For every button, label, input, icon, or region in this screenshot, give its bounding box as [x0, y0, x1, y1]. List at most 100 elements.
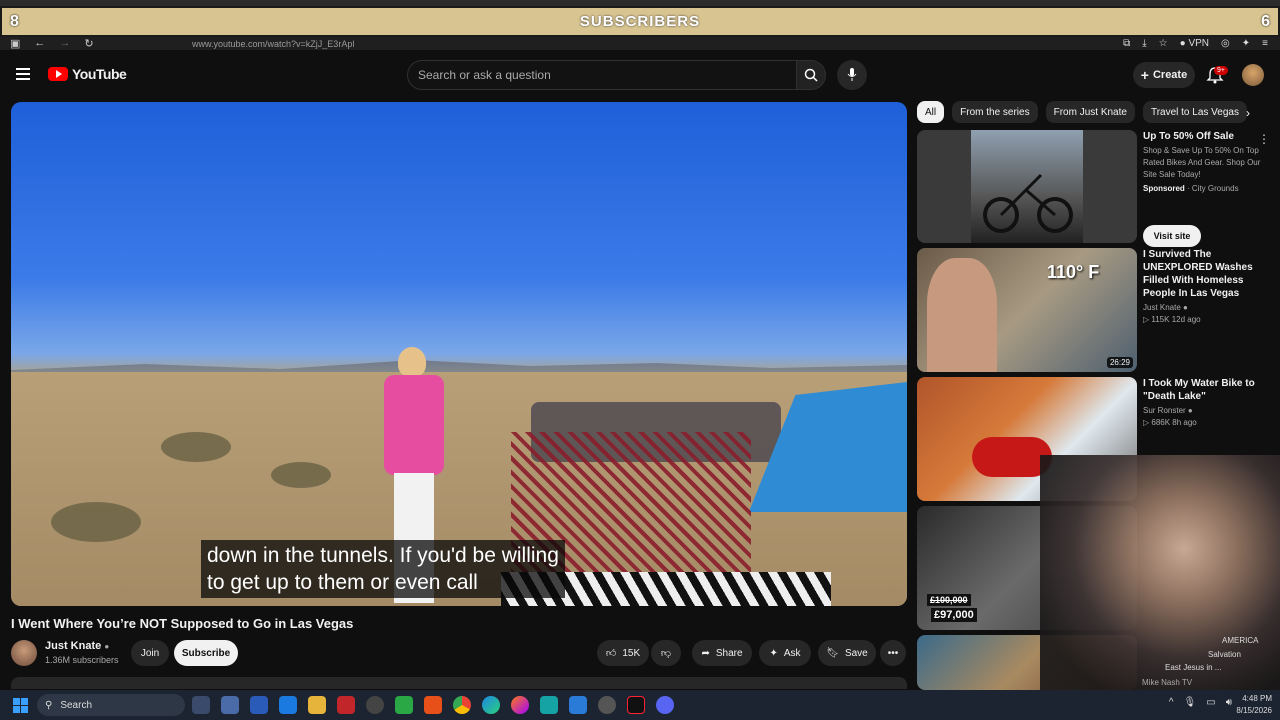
app-icon-box[interactable]	[250, 696, 268, 714]
chip-from-channel[interactable]: From Just Knate	[1045, 101, 1135, 123]
ad-card[interactable]: Up To 50% Off Sale Shop & Save Up To 50%…	[917, 130, 1267, 247]
screenshot-icon[interactable]: ⧉	[1123, 38, 1130, 49]
file-explorer-icon[interactable]	[308, 696, 326, 714]
visit-site-button[interactable]: Visit site	[1143, 225, 1201, 247]
channel-avatar[interactable]	[11, 640, 37, 666]
url-text[interactable]: www.youtube.com/watch?v=kZjJ_E3rApl	[192, 39, 354, 49]
overlay-right-number: 6	[1261, 12, 1270, 30]
chevron-right-icon[interactable]: ›	[1246, 106, 1250, 120]
app-icon-red[interactable]	[337, 696, 355, 714]
sidebar-toggle-icon[interactable]: ▣	[10, 37, 20, 50]
forward-icon[interactable]: →	[59, 37, 70, 50]
taskbar-search[interactable]: ⚲ Search	[37, 694, 185, 716]
video-scene-bush	[161, 432, 231, 462]
video-captions: down in the tunnels. If you'd be willing…	[201, 540, 565, 598]
firefox-icon[interactable]	[511, 696, 529, 714]
account-icon[interactable]: ◎	[1221, 38, 1230, 49]
taskbar-apps	[192, 696, 674, 714]
voice-search-button[interactable]	[837, 60, 867, 90]
description-box[interactable]	[11, 677, 907, 689]
save-button[interactable]: 🔖︎ Save	[818, 640, 876, 666]
chip-travel[interactable]: Travel to Las Vegas	[1142, 101, 1247, 123]
ask-button[interactable]: ✦ Ask	[759, 640, 811, 666]
rec-title[interactable]: I Took My Water Bike to "Death Lake"	[1143, 377, 1273, 403]
rec-meta: ▷ 686K 8h ago	[1143, 418, 1197, 427]
search-button[interactable]	[796, 60, 826, 90]
monitor-icon[interactable]: ▭	[1206, 697, 1215, 708]
app-icon-remote[interactable]	[279, 696, 297, 714]
verified-icon: ●	[104, 642, 110, 651]
ad-description: Shop & Save Up To 50% On Top Rated Bikes…	[1143, 146, 1261, 179]
rec-thumbnail-person	[927, 258, 997, 372]
vpn-label: VPN	[1188, 38, 1210, 49]
share-icon: ➦	[701, 647, 710, 659]
tiktok-icon[interactable]	[627, 696, 645, 714]
related-chips: All From the series From Just Knate Trav…	[917, 101, 1247, 125]
bookmark-icon: 🔖︎	[826, 647, 839, 659]
bookmark-star-icon[interactable]: ☆	[1159, 38, 1168, 49]
account-avatar[interactable]	[1242, 64, 1264, 86]
download-icon[interactable]: ⤓	[1142, 38, 1146, 49]
video-scene-bush	[271, 462, 331, 488]
video-player[interactable]	[11, 102, 907, 606]
youtube-header: YouTube Search or ask a question + Creat…	[0, 56, 1280, 96]
rec-info: I Survived The UNEXPLORED Washes Filled …	[1143, 248, 1273, 324]
join-button[interactable]: Join	[131, 640, 169, 666]
vscode-icon[interactable]	[569, 696, 587, 714]
reload-icon[interactable]: ↻	[84, 37, 93, 50]
youtube-play-icon	[48, 67, 68, 81]
volume-icon[interactable]: 🔊︎	[1226, 697, 1232, 708]
chip-all[interactable]: All	[917, 101, 945, 123]
search-input[interactable]: Search or ask a question	[407, 60, 797, 90]
share-label: Share	[715, 647, 743, 659]
webcam-overlay-text: Mike Nash TV	[1142, 678, 1193, 687]
chrome-icon[interactable]	[453, 696, 471, 714]
video-duration: 26:29	[1106, 357, 1133, 368]
more-actions-button[interactable]: •••	[880, 640, 906, 666]
webcam-overlay-text: AMERICA	[1222, 636, 1259, 645]
rec-video-1[interactable]: 110° F 26:29 I Survived The UNEXPLORED W…	[917, 248, 1267, 372]
logo-text: YouTube	[72, 66, 127, 82]
system-tray: ^ 🎙︎ ▭ 🔊︎	[1169, 697, 1232, 708]
rec-channel[interactable]: Sur Ronster ●	[1143, 406, 1273, 415]
ad-title[interactable]: Up To 50% Off Sale	[1143, 130, 1273, 143]
share-button[interactable]: ➦ Share	[692, 640, 752, 666]
dislike-button[interactable]: 👎︎	[651, 640, 681, 666]
create-button[interactable]: + Create	[1133, 62, 1195, 88]
chevron-up-icon[interactable]: ^	[1169, 697, 1174, 708]
rec-channel[interactable]: Just Knate ●	[1143, 303, 1273, 312]
chip-from-series[interactable]: From the series	[952, 101, 1038, 123]
browser-nav: ▣ ← → ↻	[10, 37, 180, 50]
windows-start-icon[interactable]	[13, 698, 28, 713]
video-scene-bush	[51, 502, 141, 542]
ad-thumbnail[interactable]	[917, 130, 1137, 243]
edge-icon[interactable]	[482, 696, 500, 714]
app-icon-openai[interactable]	[598, 696, 616, 714]
more-vertical-icon[interactable]: ⋮	[1258, 132, 1270, 146]
channel-row: Just Knate ● 1.36M subscribers Join Subs…	[11, 638, 907, 668]
back-icon[interactable]: ←	[34, 37, 45, 50]
app-icon-clock[interactable]	[366, 696, 384, 714]
rec-title[interactable]: I Survived The UNEXPLORED Washes Filled …	[1143, 248, 1273, 300]
webcam-overlay-text: East Jesus in ...	[1165, 663, 1222, 672]
discord-icon[interactable]	[656, 696, 674, 714]
app-icon-teal[interactable]	[540, 696, 558, 714]
browser-menu-icon[interactable]: ≡	[1262, 38, 1268, 49]
app-icon-tool[interactable]	[221, 696, 239, 714]
rec-meta: ▷ 115K 12d ago	[1143, 315, 1201, 324]
app-icon-green[interactable]	[395, 696, 413, 714]
app-icon-r[interactable]	[192, 696, 210, 714]
youtube-logo[interactable]: YouTube	[48, 66, 127, 82]
channel-name[interactable]: Just Knate ●	[45, 640, 109, 652]
taskbar-clock[interactable]: 4:48 PM 8/15/2026	[1236, 693, 1272, 717]
vpn-button[interactable]: ● VPN	[1180, 38, 1209, 49]
thumbnail-price-old: £100,000	[927, 594, 971, 606]
hamburger-menu-icon[interactable]	[16, 68, 30, 80]
microphone-icon[interactable]: 🎙︎	[1184, 697, 1197, 708]
like-button[interactable]: 👍︎ 15K	[597, 640, 649, 666]
rec-thumbnail[interactable]: 110° F 26:29	[917, 248, 1137, 372]
subscribe-button[interactable]: Subscribe	[174, 640, 238, 666]
brave-browser-icon[interactable]	[424, 696, 442, 714]
extensions-icon[interactable]: ✦	[1242, 38, 1250, 49]
thumbnail-price-new: £97,000	[931, 608, 977, 622]
